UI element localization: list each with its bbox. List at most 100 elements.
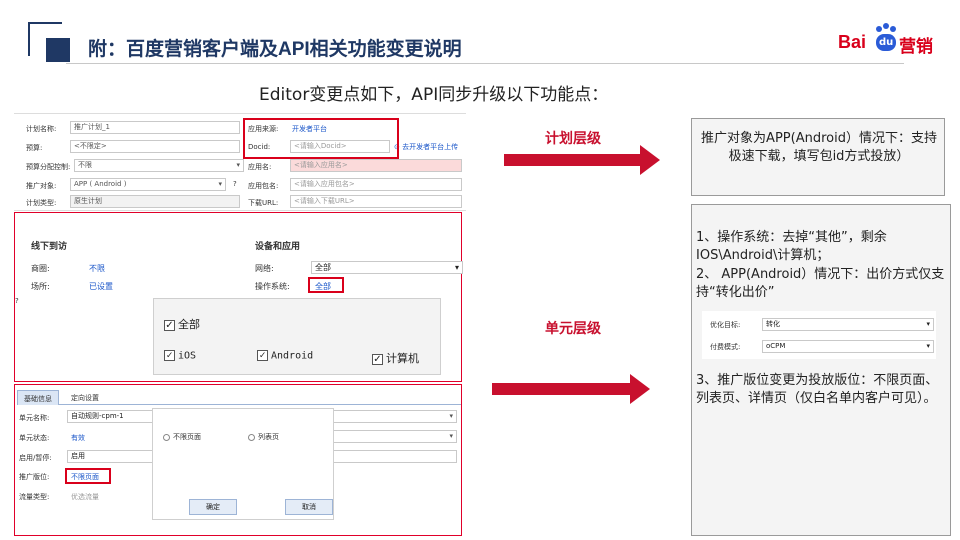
page-title: 附：百度营销客户端及API相关功能变更说明: [88, 39, 462, 60]
os-computer-label: 计算机: [386, 352, 419, 365]
baidu-logo: Bai du 营销: [838, 20, 938, 57]
os-ios-checkbox[interactable]: ✓ iOS: [164, 350, 196, 362]
app-name-placeholder: <请输入应用名>: [294, 161, 348, 169]
tab-targeting[interactable]: 定向设置: [65, 390, 105, 405]
plan-callout: 推广对象为APP(Android）情况下：支持极速下载，填写包id方式投放）: [691, 118, 945, 196]
plan-type-field: 原生计划: [70, 195, 240, 208]
budget-field[interactable]: <不限定>: [70, 140, 240, 153]
os-popup: ✓ 全部 ✓ iOS ✓ Android ✓ 计算机: [153, 298, 441, 375]
budget-control-label: 预算分配控制:: [26, 163, 71, 171]
optimization-goal-select[interactable]: 转化 ▾: [762, 318, 934, 331]
package-field[interactable]: <请输入应用包名>: [290, 178, 462, 191]
ok-button[interactable]: 确定: [189, 499, 237, 515]
option-unlimited-pages[interactable]: 不限页面: [163, 432, 201, 442]
placement-popup: 不限页面 列表页 确定 取消: [152, 408, 334, 520]
plan-name-label: 计划名称:: [26, 125, 57, 133]
unit-status-value: 有效: [71, 434, 85, 442]
plan-callout-text: 推广对象为APP(Android）情况下：支持极速下载，填写包id方式投放）: [701, 131, 937, 164]
billing-mode-value: oCPM: [766, 342, 786, 350]
billing-mode-label: 付费模式:: [710, 343, 741, 351]
logo-text-marketing: 营销: [899, 37, 933, 57]
unit-callout-text-2: 2、 APP(Android）情况下：出价方式仅支持“转化出价”: [696, 267, 945, 300]
checkbox-checked-icon: ✓: [164, 350, 175, 361]
venue-label: 场所:: [31, 282, 50, 291]
network-select[interactable]: 全部 ▾: [311, 261, 463, 274]
chevron-down-icon: ▾: [449, 432, 453, 440]
offline-visit-title: 线下到访: [31, 242, 68, 252]
subtitle: Editor变更点如下，API同步升级以下功能点：: [259, 85, 609, 105]
optimization-goal-value: 转化: [766, 320, 780, 328]
paw-icon: du: [873, 22, 899, 52]
budget-control-select[interactable]: 不限 ▾: [74, 159, 244, 172]
download-url-placeholder: <请输入下载URL>: [294, 197, 355, 205]
cancel-button[interactable]: 取消: [285, 499, 333, 515]
plan-form-screenshot: 计划名称: 预算: 预算分配控制: 推广对象: 计划类型: 推广计划_1 <不限…: [14, 113, 466, 211]
chevron-down-icon: ▾: [218, 180, 222, 188]
highlight-app-source-box: [243, 118, 399, 159]
bid-settings-screenshot: 优化目标: 转化 ▾ 付费模式: oCPM ▾: [702, 311, 936, 359]
logo-text-bai: Bai: [838, 32, 867, 52]
traffic-type-value: 优选流量: [71, 493, 99, 501]
checkbox-checked-icon: ✓: [257, 350, 268, 361]
unit-status-label: 单元状态:: [19, 434, 50, 442]
dev-platform-link-text: 去开发者平台上传: [402, 143, 459, 151]
package-label: 应用包名:: [248, 182, 279, 190]
device-app-title: 设备和应用: [255, 242, 301, 252]
business-area-value[interactable]: 不限: [89, 263, 105, 274]
plan-type-label: 计划类型:: [26, 199, 57, 207]
help-icon[interactable]: ?: [15, 297, 19, 305]
enable-label: 启用/暂停:: [19, 454, 52, 462]
chevron-down-icon: ▾: [236, 161, 240, 169]
dev-platform-link[interactable]: ⊙ 去开发者平台上传: [394, 142, 458, 152]
option-list-page-label: 列表页: [258, 433, 279, 441]
promo-target-label: 推广对象:: [26, 182, 57, 190]
package-placeholder: <请输入应用包名>: [294, 180, 355, 188]
os-all-checkbox[interactable]: ✓ 全部: [164, 316, 200, 332]
os-label: 操作系统:: [255, 282, 290, 291]
radio-icon: [163, 433, 170, 441]
unit-callout-text-1: 1、操作系统：去掉“其他”，剩余IOS\Android\计算机；: [696, 230, 887, 263]
promo-target-select[interactable]: APP ( Android ) ▾: [70, 178, 226, 191]
radio-icon: [248, 433, 255, 441]
os-ios-label: iOS: [178, 350, 197, 362]
business-area-label: 商圈:: [31, 264, 50, 273]
unit-level-label: 单元层级: [545, 321, 601, 337]
chevron-down-icon: ▾: [926, 342, 930, 350]
os-android-checkbox[interactable]: ✓ Android: [257, 350, 313, 362]
header-square-decoration: [46, 38, 70, 62]
unit-name-label: 单元名称:: [19, 414, 50, 422]
os-all-label: 全部: [178, 318, 200, 331]
optimization-goal-label: 优化目标:: [710, 321, 741, 329]
budget-label: 预算:: [26, 144, 43, 152]
unit-callout: 1、操作系统：去掉“其他”，剩余IOS\Android\计算机； 2、 APP(…: [691, 204, 951, 536]
option-list-page[interactable]: 列表页: [248, 432, 279, 442]
header-rule: [66, 63, 904, 64]
checkbox-checked-icon: ✓: [372, 353, 383, 365]
chevron-down-icon: ▾: [454, 263, 459, 272]
network-value: 全部: [315, 263, 331, 272]
unit-tabs: 基础信息 定向设置: [17, 390, 461, 405]
chevron-down-icon: ▾: [449, 412, 453, 420]
download-url-label: 下载URL:: [248, 199, 279, 207]
budget-control-value: 不限: [78, 161, 92, 169]
help-icon[interactable]: ?: [233, 180, 237, 188]
highlight-os-box: [308, 277, 344, 293]
unit-callout-text-3: 3、推广版位变更为投放版位：不限页面、列表页、详情页（仅白名单内客户可见）。: [696, 373, 939, 406]
venue-value[interactable]: 已设置: [89, 281, 113, 292]
placement-label: 推广版位:: [19, 473, 50, 481]
checkbox-checked-icon: ✓: [164, 319, 175, 331]
tab-basic-info[interactable]: 基础信息: [17, 390, 59, 405]
network-label: 网络:: [255, 264, 274, 273]
traffic-type-label: 流量类型:: [19, 493, 50, 501]
highlight-placement-box: [65, 468, 111, 484]
os-computer-checkbox[interactable]: ✓ 计算机: [372, 350, 419, 366]
plan-name-field[interactable]: 推广计划_1: [70, 121, 240, 134]
os-android-label: Android: [271, 350, 314, 362]
logo-text-du: du: [879, 37, 894, 48]
download-url-field[interactable]: <请输入下载URL>: [290, 195, 462, 208]
billing-mode-select[interactable]: oCPM ▾: [762, 340, 934, 353]
chevron-down-icon: ▾: [926, 320, 930, 328]
app-name-field[interactable]: <请输入应用名>: [290, 159, 462, 172]
unit-arrow-icon: [492, 374, 650, 404]
plan-arrow-icon: [504, 145, 660, 175]
